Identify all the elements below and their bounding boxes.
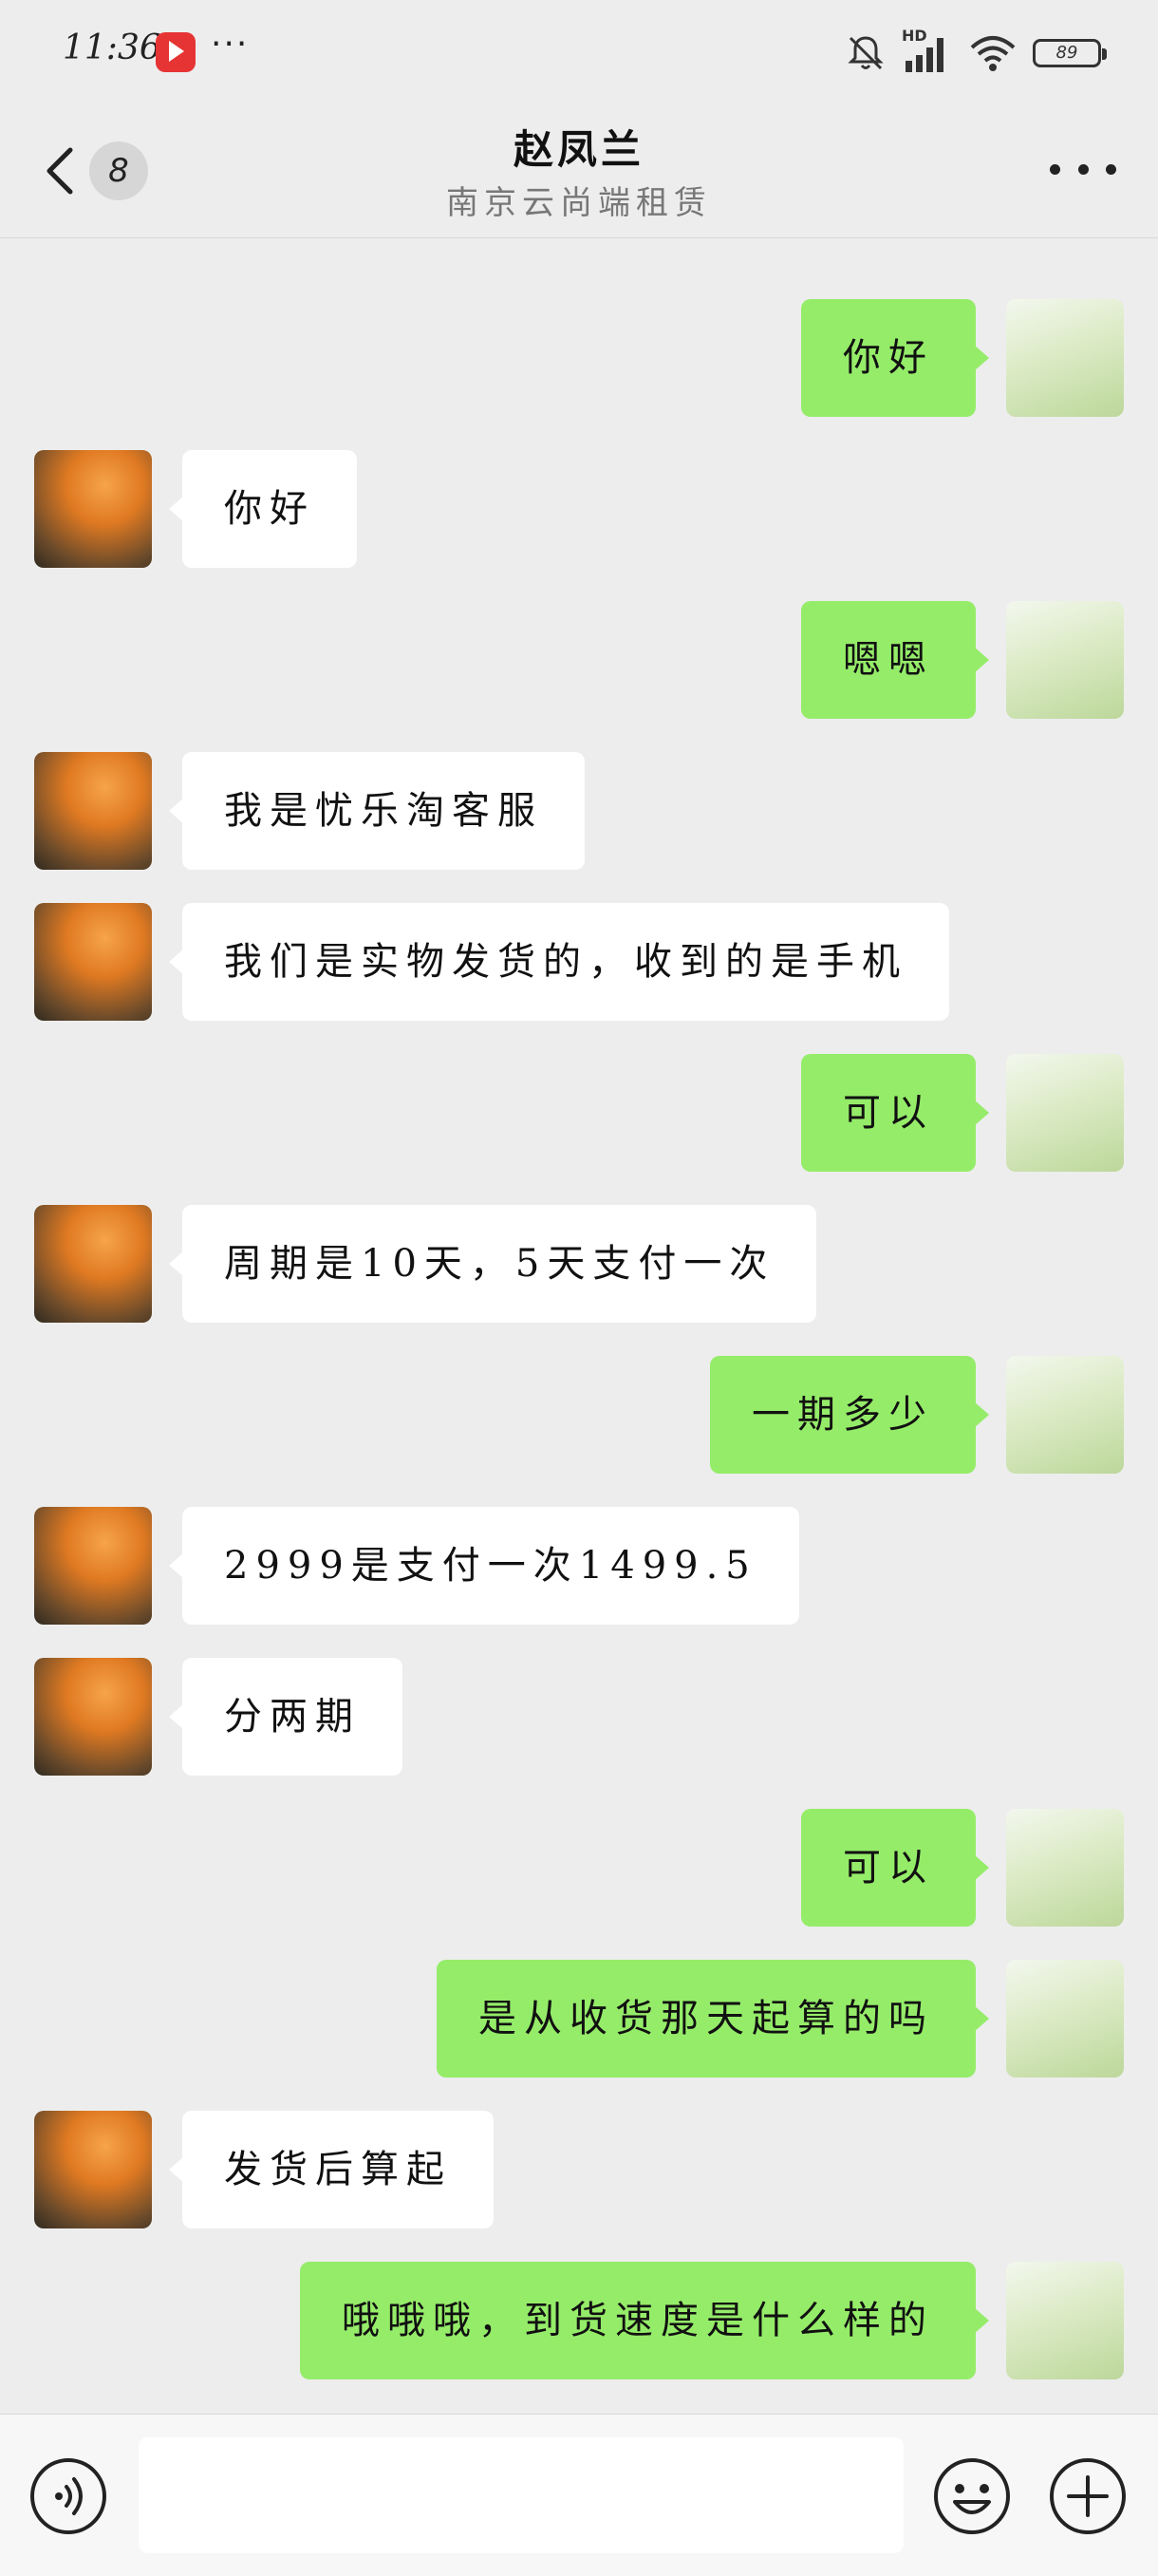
- message-row: 发货后算起: [0, 2111, 1158, 2228]
- message-row: 2999是支付一次1499.5: [0, 1507, 1158, 1625]
- message-row: 一期多少: [0, 1356, 1158, 1474]
- message-bubble-sent[interactable]: 可以: [801, 1809, 989, 1927]
- message-bubble-received[interactable]: 我是忧乐淘客服: [169, 752, 585, 870]
- battery-icon: 89: [1033, 39, 1107, 67]
- message-bubble-received[interactable]: 你好: [169, 450, 357, 568]
- avatar[interactable]: [34, 1507, 152, 1625]
- more-dot: [1050, 163, 1060, 175]
- message-list[interactable]: 你好 你好 嗯嗯 我是忧乐淘客服 我们是实物发货的，收到的是手机 可以 周期是1…: [0, 238, 1158, 2413]
- message-bubble-received[interactable]: 2999是支付一次1499.5: [169, 1507, 799, 1625]
- message-bubble-sent[interactable]: 嗯嗯: [801, 601, 989, 719]
- avatar[interactable]: [34, 1205, 152, 1323]
- message-bubble-received[interactable]: 分两期: [169, 1658, 402, 1776]
- emoji-icon: [934, 2458, 1010, 2534]
- avatar[interactable]: [34, 903, 152, 1021]
- message-bubble-received[interactable]: 发货后算起: [169, 2111, 494, 2228]
- more-dot: [1077, 163, 1089, 175]
- avatar[interactable]: [34, 1658, 152, 1776]
- message-input[interactable]: [139, 2437, 904, 2553]
- status-bar: 11:36 ··· HD 89: [0, 0, 1158, 104]
- message-row: 哦哦哦，到货速度是什么样的: [0, 2262, 1158, 2379]
- message-row: 你好: [0, 299, 1158, 417]
- more-dot: [1106, 163, 1116, 175]
- cell-signal-icon: HD: [902, 27, 953, 74]
- message-bubble-received[interactable]: 周期是10天，5天支付一次: [168, 1205, 817, 1323]
- message-bubble-sent[interactable]: 你好: [801, 299, 989, 417]
- message-bubble-sent[interactable]: 是从收货那天起算的吗: [437, 1960, 989, 2078]
- avatar[interactable]: [1006, 1356, 1124, 1474]
- message-bubble-sent[interactable]: 哦哦哦，到货速度是什么样的: [300, 2262, 989, 2379]
- message-row: 嗯嗯: [0, 601, 1158, 719]
- plus-icon: [1050, 2458, 1126, 2534]
- avatar[interactable]: [1006, 1054, 1124, 1172]
- voice-button[interactable]: [28, 2456, 108, 2536]
- avatar[interactable]: [1006, 299, 1124, 417]
- avatar[interactable]: [34, 450, 152, 568]
- message-row: 可以: [0, 1809, 1158, 1927]
- more-options-button[interactable]: [1050, 150, 1116, 188]
- avatar[interactable]: [34, 2111, 152, 2228]
- message-row: 分两期: [0, 1658, 1158, 1776]
- video-app-icon: [156, 32, 196, 72]
- plus-button[interactable]: [1048, 2456, 1128, 2536]
- mute-icon: [848, 36, 884, 70]
- status-more-icon: ···: [211, 25, 250, 64]
- input-bar: [0, 2414, 1158, 2576]
- status-time: 11:36: [63, 28, 161, 67]
- message-bubble-sent[interactable]: 可以: [801, 1054, 989, 1172]
- message-bubble-sent[interactable]: 一期多少: [710, 1356, 989, 1474]
- avatar[interactable]: [1006, 601, 1124, 719]
- chat-header: 8 赵凤兰 南京云尚端租赁: [0, 104, 1158, 238]
- chat-title: 赵凤兰: [513, 126, 644, 173]
- message-row: 我们是实物发货的，收到的是手机: [0, 903, 1158, 1021]
- status-indicators: HD 89: [845, 25, 1107, 82]
- message-row: 我是忧乐淘客服: [0, 752, 1158, 870]
- emoji-button[interactable]: [932, 2456, 1012, 2536]
- message-row: 你好: [0, 450, 1158, 568]
- avatar[interactable]: [1006, 1960, 1124, 2078]
- message-row: 周期是10天，5天支付一次: [0, 1205, 1158, 1323]
- avatar[interactable]: [1006, 2262, 1124, 2379]
- voice-icon: [30, 2458, 106, 2534]
- wifi-icon: [970, 36, 1016, 71]
- avatar[interactable]: [34, 752, 152, 870]
- avatar[interactable]: [1006, 1809, 1124, 1927]
- message-row: 可以: [0, 1054, 1158, 1172]
- message-bubble-received[interactable]: 我们是实物发货的，收到的是手机: [169, 903, 949, 1021]
- chat-subtitle: 南京云尚端租赁: [446, 184, 712, 222]
- message-row: 是从收货那天起算的吗: [0, 1960, 1158, 2078]
